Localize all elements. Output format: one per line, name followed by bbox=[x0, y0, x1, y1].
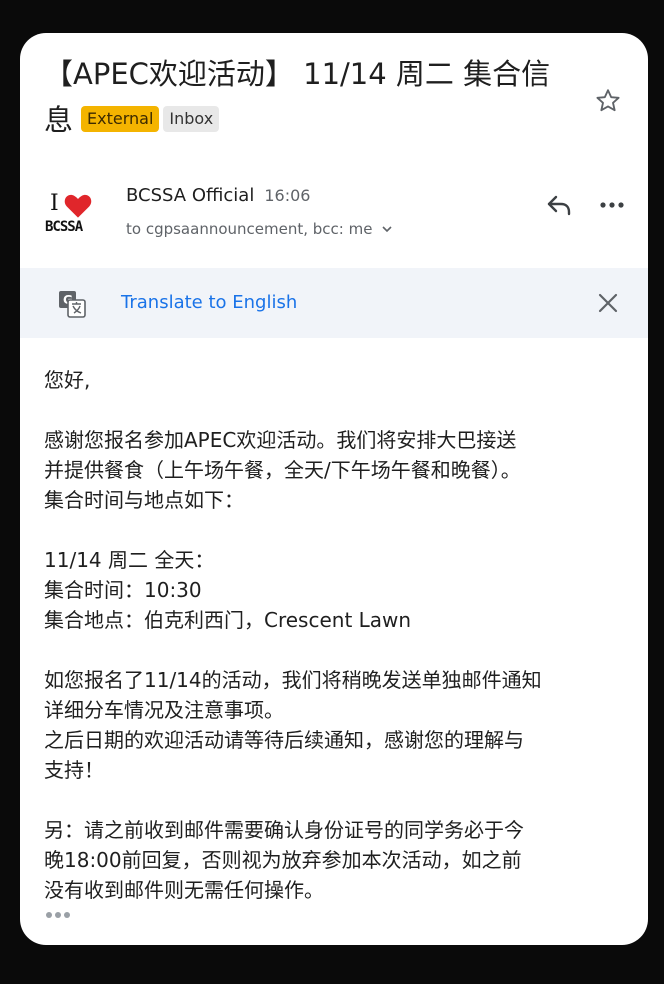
avatar-logo: BCSSA bbox=[45, 219, 83, 235]
body-line: 如您报名了11/14的活动，我们将稍晚发送单独邮件通知 bbox=[44, 668, 542, 692]
body-line: 集合时间与地点如下： bbox=[44, 488, 244, 512]
star-icon[interactable] bbox=[594, 87, 622, 115]
body-line: 之后日期的欢迎活动请等待后续通知，感谢您的理解与 bbox=[44, 728, 524, 752]
email-card: 【APEC欢迎活动】 11/14 周二 集合信息 External Inbox I … bbox=[20, 33, 648, 945]
chevron-down-icon bbox=[382, 226, 392, 233]
body-line: 感谢您报名参加APEC欢迎活动。我们将安排大巴接送 bbox=[44, 428, 517, 452]
avatar-letter: I bbox=[50, 191, 59, 216]
translate-icon: G bbox=[59, 291, 86, 318]
label-inbox[interactable]: Inbox bbox=[163, 106, 220, 132]
body-line: 集合地点：伯克利西门，Crescent Lawn bbox=[44, 608, 412, 632]
reply-icon[interactable] bbox=[544, 189, 576, 221]
body-line: 并提供餐食（上午场午餐，全天/下午场午餐和晚餐）。 bbox=[44, 458, 521, 482]
heart-icon bbox=[64, 194, 92, 218]
sender-row: I BCSSA BCSSA Official 16:06 to cgpsaanno… bbox=[44, 183, 634, 243]
body-line: 集合时间：10:30 bbox=[44, 578, 202, 602]
email-subject: 【APEC欢迎活动】 11/14 周二 集合信息 External Inbox bbox=[44, 51, 574, 143]
sender-name[interactable]: BCSSA Official 16:06 bbox=[126, 185, 310, 206]
ellipsis-icon[interactable] bbox=[44, 909, 74, 921]
recipients-text: to cgpsaannouncement, bcc: me bbox=[126, 220, 373, 238]
sender-time: 16:06 bbox=[264, 186, 311, 205]
body-line: 没有收到邮件则无需任何操作。 bbox=[44, 878, 324, 902]
email-body: 您好, 感谢您报名参加APEC欢迎活动。我们将安排大巴接送 并提供餐食（上午场午… bbox=[44, 365, 634, 935]
close-icon[interactable] bbox=[596, 291, 620, 315]
body-line: 另：请之前收到邮件需要确认身份证号的同学务必于今 bbox=[44, 818, 524, 842]
avatar[interactable]: I BCSSA bbox=[44, 189, 106, 239]
paragraph-1: 感谢您报名参加APEC欢迎活动。我们将安排大巴接送 并提供餐食（上午场午餐，全天… bbox=[44, 425, 634, 515]
more-icon[interactable] bbox=[596, 189, 628, 221]
paragraph-3: 如您报名了11/14的活动，我们将稍晚发送单独邮件通知 详细分车情况及注意事项。… bbox=[44, 665, 634, 785]
body-line: 11/14 周二 全天： bbox=[44, 548, 215, 572]
body-line: 详细分车情况及注意事项。 bbox=[44, 698, 284, 722]
body-line: 晚18:00前回复，否则视为放弃参加本次活动，如之前 bbox=[44, 848, 522, 872]
sender-name-text: BCSSA Official bbox=[126, 185, 255, 206]
paragraph-2: 11/14 周二 全天： 集合时间：10:30 集合地点：伯克利西门，Cresc… bbox=[44, 545, 634, 635]
paragraph-4: 另：请之前收到邮件需要确认身份证号的同学务必于今 晚18:00前回复，否则视为放… bbox=[44, 815, 634, 905]
translate-link[interactable]: Translate to English bbox=[121, 292, 297, 313]
greeting: 您好, bbox=[44, 368, 91, 392]
translate-bar: G Translate to English bbox=[20, 268, 648, 338]
body-line: 支持！ bbox=[44, 758, 104, 782]
label-external[interactable]: External bbox=[81, 106, 160, 132]
recipients-line[interactable]: to cgpsaannouncement, bcc: me bbox=[126, 220, 393, 238]
